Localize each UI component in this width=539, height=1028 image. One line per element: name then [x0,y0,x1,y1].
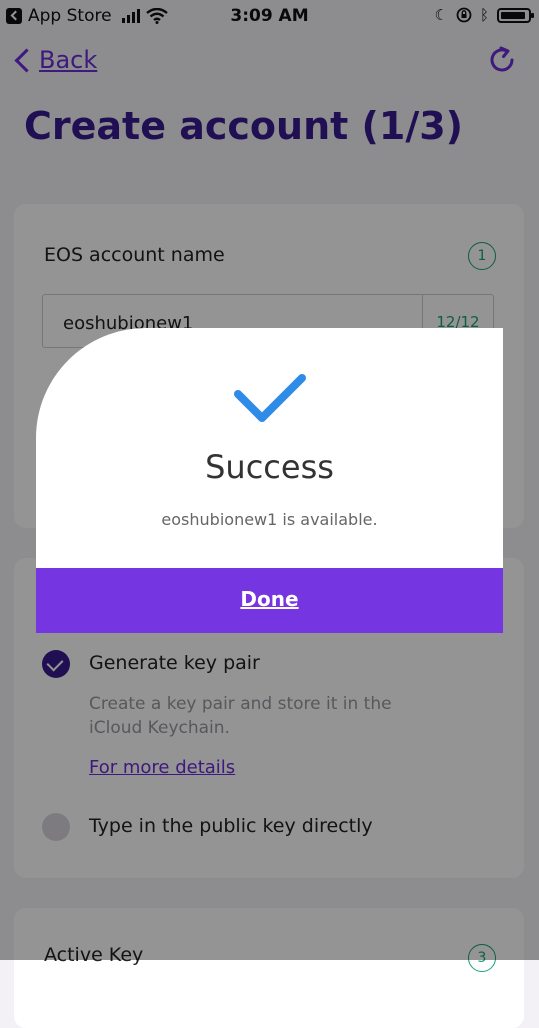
modal-message: eoshubionew1 is available. [161,510,378,529]
success-modal: Success eoshubionew1 is available. Done [36,328,503,633]
modal-title: Success [205,448,334,486]
done-button[interactable]: Done [36,568,503,633]
checkmark-icon [234,374,306,422]
app-screen: App Store 3:09 AM ☾ ᛒ Back Create accoun… [0,0,539,1028]
